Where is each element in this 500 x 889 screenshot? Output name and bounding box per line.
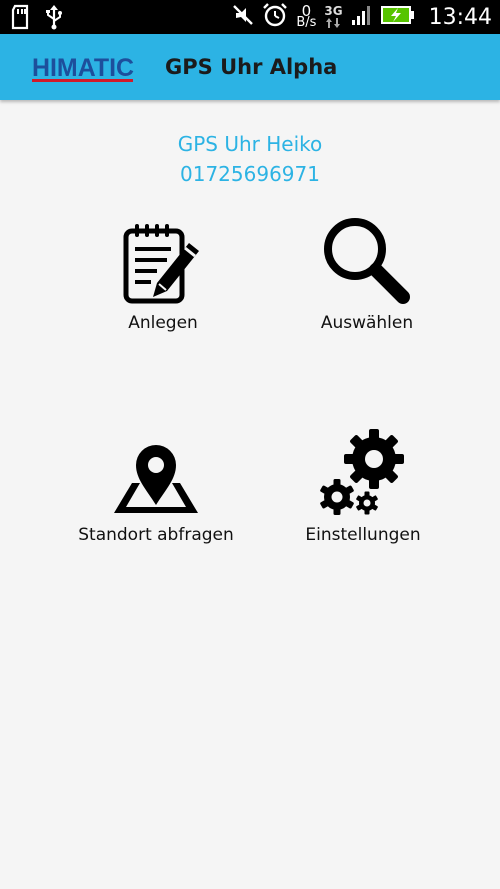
search-icon <box>324 218 410 304</box>
network-type: 3G <box>324 3 343 29</box>
data-arrows-icon <box>326 17 341 28</box>
gears-icon <box>320 429 404 515</box>
notepad-pencil-icon <box>123 224 199 304</box>
status-left-icons <box>10 4 64 34</box>
network-speed: 0 B/s <box>296 4 317 30</box>
create-button[interactable]: Anlegen <box>63 215 263 333</box>
locate-icon-wrap <box>56 427 256 517</box>
select-icon-wrap <box>267 215 467 305</box>
svg-text:HIMATIC: HIMATIC <box>32 54 134 82</box>
map-pin-icon <box>114 445 198 513</box>
action-bar: HIMATIC GPS Uhr Alpha <box>0 34 500 100</box>
network-type-label: 3G <box>324 3 343 18</box>
device-phone: 01725696971 <box>180 162 320 186</box>
create-icon-wrap <box>63 215 263 305</box>
muted-icon <box>232 4 254 30</box>
locate-label: Standort abfragen <box>78 525 234 545</box>
network-speed-unit: B/s <box>296 15 317 30</box>
settings-icon-wrap <box>263 427 463 517</box>
settings-label: Einstellungen <box>305 525 421 545</box>
select-button[interactable]: Auswählen <box>267 215 467 333</box>
status-time: 13:44 <box>428 4 492 30</box>
sd-card-icon <box>10 4 32 34</box>
usb-icon <box>44 4 64 34</box>
create-label: Anlegen <box>128 313 198 333</box>
himatic-logo[interactable]: HIMATIC <box>30 50 136 84</box>
settings-button[interactable]: Einstellungen <box>263 427 463 545</box>
locate-button[interactable]: Standort abfragen <box>56 427 256 545</box>
app-title: GPS Uhr Alpha <box>165 55 338 79</box>
status-right-icons: 0 B/s 3G 13:44 <box>232 0 492 34</box>
device-name: GPS Uhr Heiko <box>177 132 323 156</box>
status-bar: 0 B/s 3G 13:44 <box>0 0 500 34</box>
battery-charging-icon <box>380 5 415 29</box>
signal-strength-icon <box>351 4 373 30</box>
alarm-clock-icon <box>262 2 288 32</box>
select-label: Auswählen <box>320 313 414 333</box>
